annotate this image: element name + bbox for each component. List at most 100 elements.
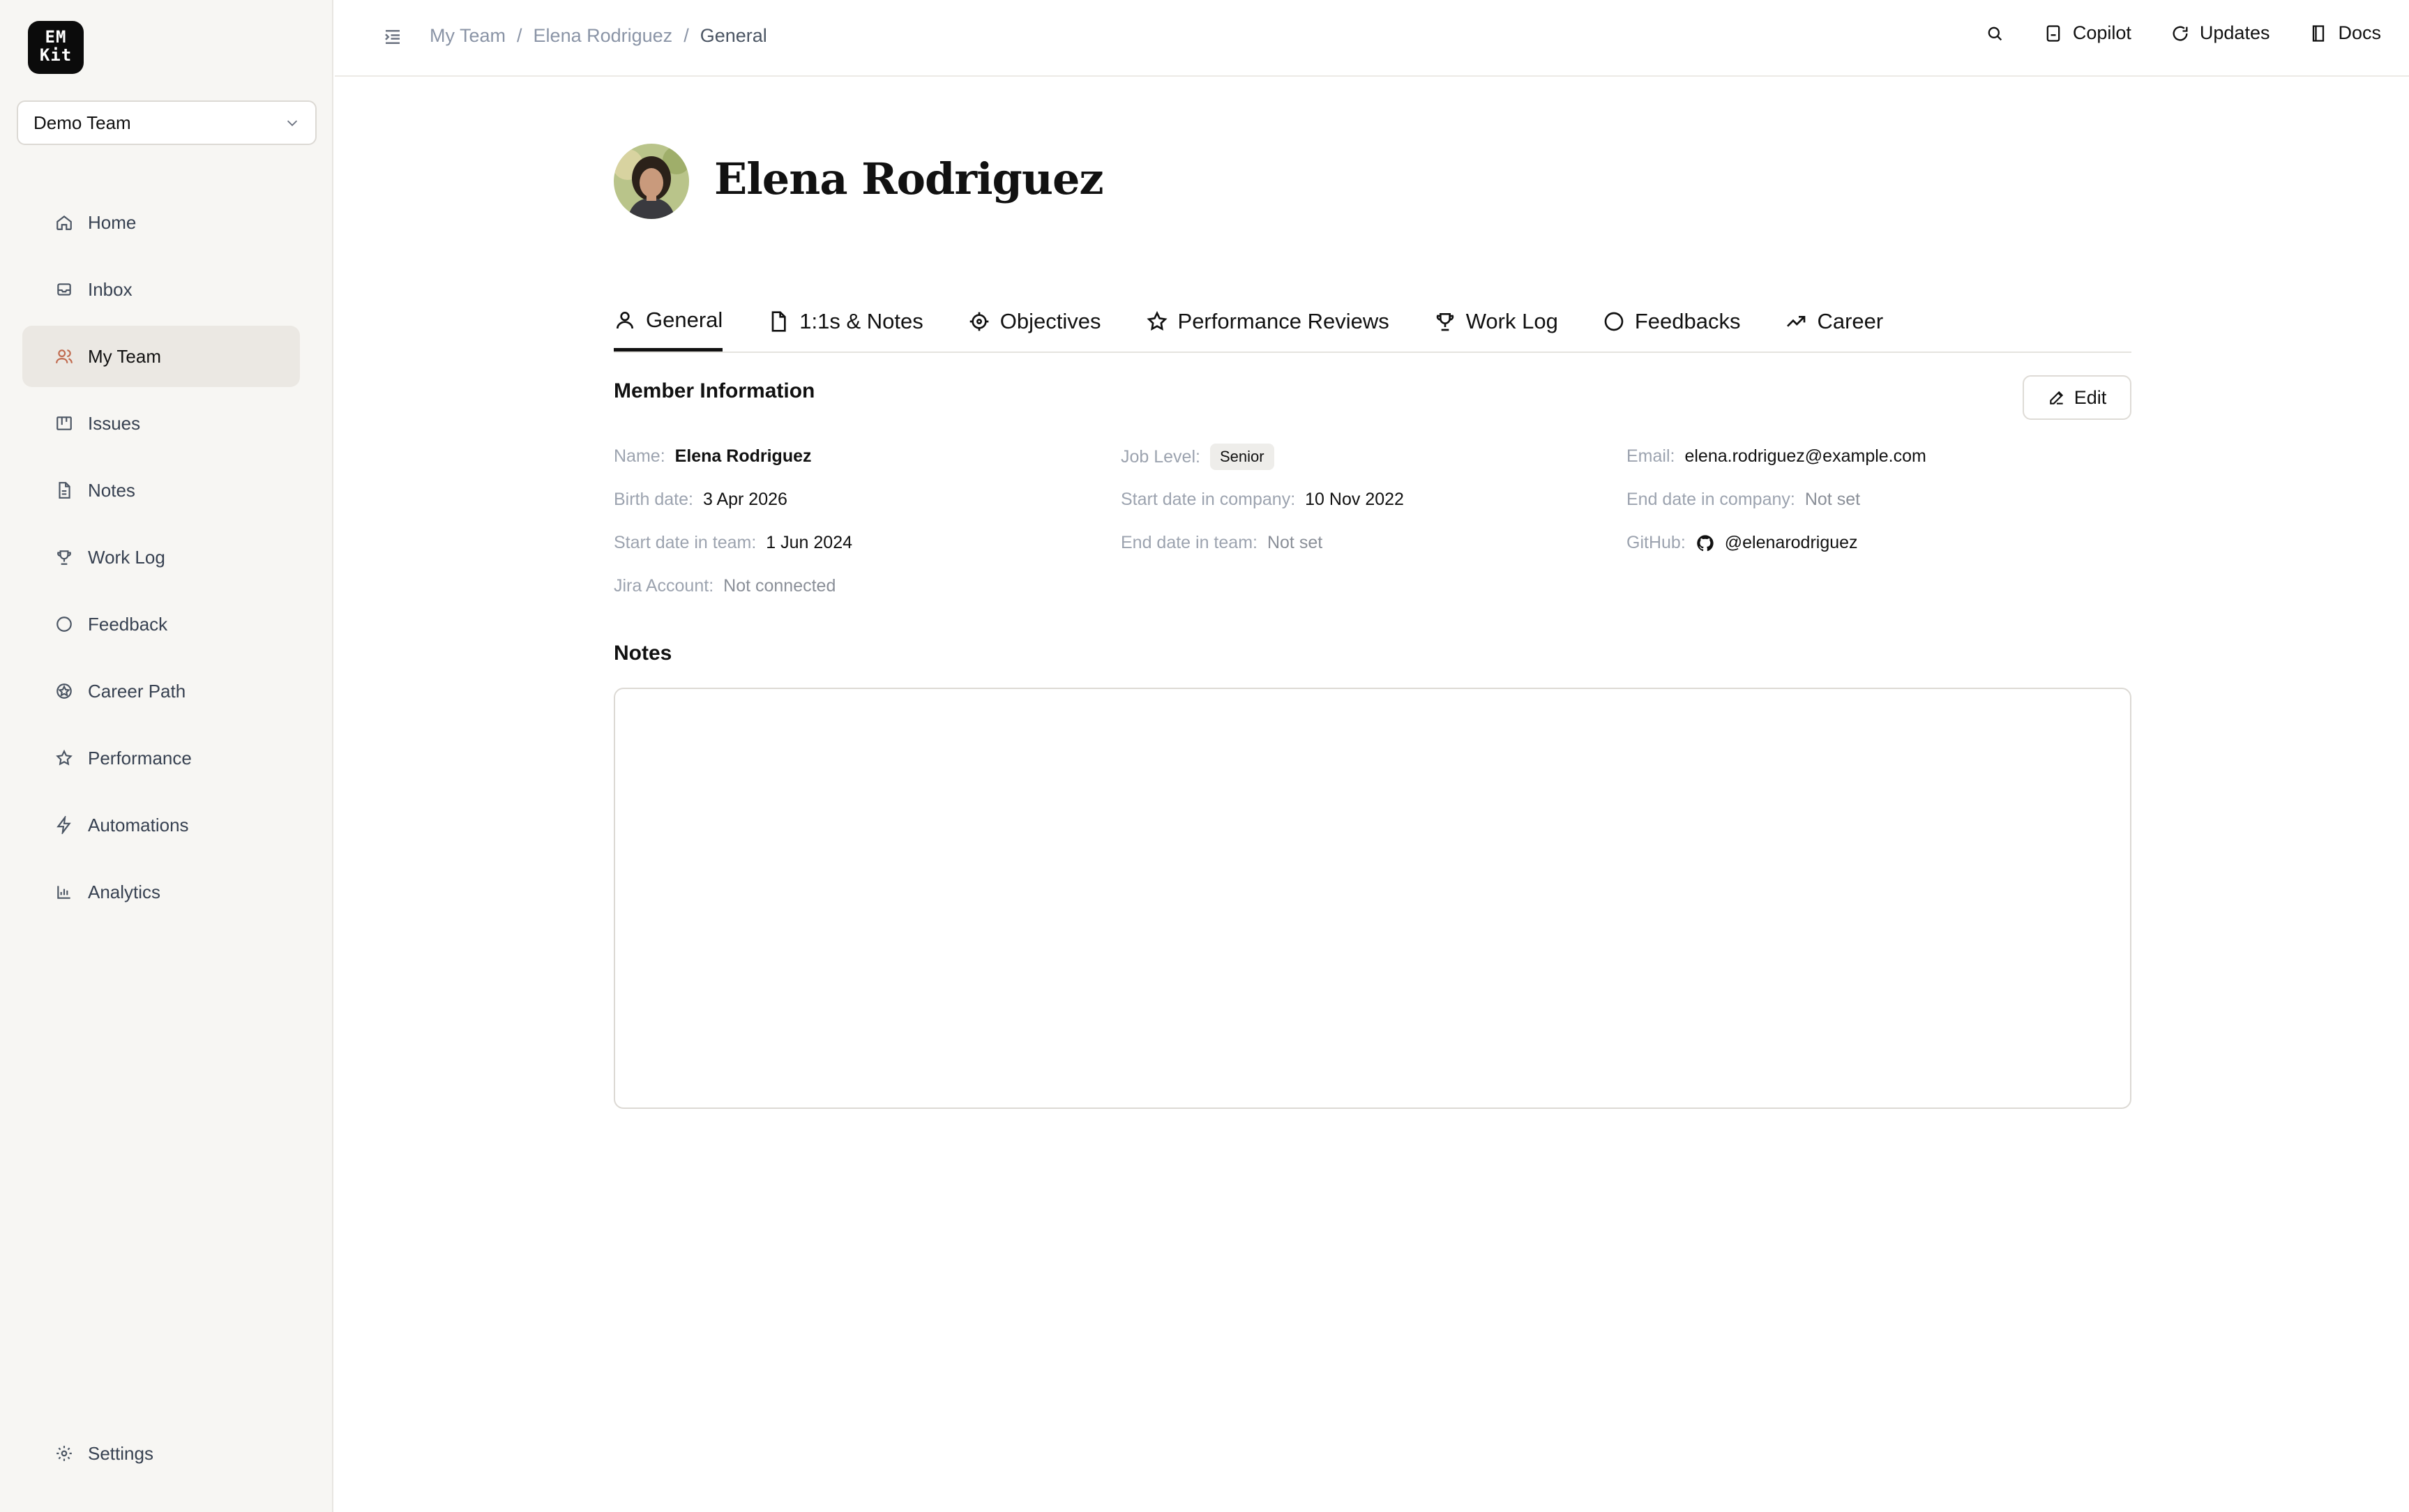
field-jira-account: Jira Account: Not connected [614, 576, 836, 596]
chevron-down-icon [287, 120, 298, 126]
sidebar-nav: Home Inbox My Team Issues Notes Work Log… [22, 192, 300, 928]
sidebar-item-settings[interactable]: Settings [22, 1423, 300, 1484]
tab-career[interactable]: Career [1785, 292, 1883, 351]
trophy-icon [54, 547, 74, 567]
sidebar-item-label: Feedback [88, 613, 168, 635]
company-start-value: 10 Nov 2022 [1305, 490, 1404, 509]
sidebar-item-feedback[interactable]: Feedback [22, 594, 300, 655]
docs-button[interactable]: Docs [2309, 22, 2381, 44]
tab-one-on-ones[interactable]: 1:1s & Notes [767, 292, 923, 351]
breadcrumb: My Team / Elena Rodriguez / General [430, 25, 767, 47]
sidebar: EM Kit Demo Team Home Inbox My Team Issu… [0, 0, 333, 1512]
breadcrumb-my-team[interactable]: My Team [430, 25, 506, 47]
bar-chart-icon [54, 882, 74, 902]
tab-objectives[interactable]: Objectives [968, 292, 1101, 351]
star-icon [54, 748, 74, 768]
target-icon [969, 312, 989, 331]
search-icon [1988, 27, 2002, 40]
field-name: Name: Elena Rodriguez [614, 446, 812, 466]
search-button[interactable] [1985, 24, 2004, 43]
sidebar-item-inbox[interactable]: Inbox [22, 259, 300, 320]
birth-date-value: 3 Apr 2026 [702, 490, 787, 509]
sidebar-item-label: Analytics [88, 881, 161, 902]
sidebar-item-performance[interactable]: Performance [22, 727, 300, 789]
field-email: Email: elena.rodriguez@example.com [1626, 446, 1926, 467]
docs-label: Docs [2338, 22, 2381, 43]
sidebar-item-notes[interactable]: Notes [22, 460, 300, 521]
pencil-icon [2049, 391, 2063, 405]
github-value[interactable]: @elenarodriguez [1725, 533, 1858, 553]
refresh-icon [2173, 26, 2188, 41]
book-icon [2313, 24, 2325, 42]
avatar [614, 144, 689, 219]
profile-tabs: General 1:1s & Notes Objectives Performa… [614, 292, 2131, 353]
sidebar-item-label: Settings [88, 1442, 153, 1464]
field-team-start: Start date in team: 1 Jun 2024 [614, 533, 852, 552]
trend-up-icon [1787, 316, 1806, 327]
tab-work-log[interactable]: Work Log [1434, 292, 1558, 351]
member-info-title: Member Information [614, 379, 815, 402]
sidebar-item-label: Automations [88, 814, 189, 836]
notes-title: Notes [614, 642, 672, 665]
sidebar-item-label: Performance [88, 747, 192, 769]
tab-performance-reviews[interactable]: Performance Reviews [1146, 292, 1389, 351]
sidebar-item-issues[interactable]: Issues [22, 393, 300, 454]
file-icon [54, 481, 74, 500]
page-title: Elena Rodriguez [714, 153, 1104, 204]
field-company-start: Start date in company: 10 Nov 2022 [1121, 490, 1404, 509]
app-logo[interactable]: EM Kit [28, 21, 84, 74]
sidebar-item-analytics[interactable]: Analytics [22, 861, 300, 923]
sidebar-item-my-team[interactable]: My Team [22, 326, 300, 387]
copilot-button[interactable]: Copilot [2044, 22, 2131, 44]
sidebar-item-home[interactable]: Home [22, 192, 300, 253]
sidebar-item-label: Notes [88, 479, 135, 501]
sidebar-item-label: My Team [88, 345, 161, 367]
bolt-icon [54, 815, 74, 835]
member-name-value: Elena Rodriguez [674, 446, 812, 466]
company-end-value: Not set [1804, 490, 1861, 509]
message-icon [1604, 312, 1624, 331]
breadcrumb-separator: / [517, 25, 522, 46]
breadcrumb-member[interactable]: Elena Rodriguez [534, 25, 673, 47]
career-icon [54, 681, 74, 701]
jira-account-value: Not connected [723, 576, 836, 596]
users-icon [54, 347, 74, 366]
star-icon [1146, 310, 1168, 331]
top-links: Copilot Updates Docs [1985, 22, 2381, 44]
copilot-label: Copilot [2072, 22, 2131, 43]
home-icon [54, 213, 74, 232]
gear-icon [54, 1444, 74, 1463]
field-team-end: End date in team: Not set [1121, 533, 1323, 552]
copilot-icon [2046, 24, 2060, 42]
tab-general[interactable]: General [614, 292, 723, 351]
breadcrumb-separator: / [684, 25, 689, 46]
file-icon [771, 311, 786, 332]
edit-button[interactable]: Edit [2023, 375, 2131, 420]
email-value[interactable]: elena.rodriguez@example.com [1684, 446, 1926, 467]
team-end-value: Not set [1267, 533, 1323, 552]
field-github: GitHub: @elenarodriguez [1626, 533, 1858, 553]
team-start-value: 1 Jun 2024 [766, 533, 852, 552]
sidebar-item-label: Career Path [88, 680, 186, 702]
sidebar-item-career-path[interactable]: Career Path [22, 660, 300, 722]
sidebar-toggle-icon[interactable] [382, 27, 403, 47]
breadcrumb-current: General [700, 25, 767, 46]
sidebar-item-work-log[interactable]: Work Log [22, 527, 300, 588]
field-job-level: Job Level: Senior [1121, 444, 1274, 470]
field-company-end: End date in company: Not set [1626, 490, 1861, 509]
tab-feedbacks[interactable]: Feedbacks [1603, 292, 1740, 351]
top-bar: My Team / Elena Rodriguez / General Copi… [335, 0, 2409, 77]
github-icon [1697, 534, 1714, 551]
sidebar-item-automations[interactable]: Automations [22, 794, 300, 856]
team-selector[interactable]: Demo Team [17, 100, 317, 145]
sidebar-item-label: Inbox [88, 278, 133, 300]
notes-editor[interactable] [614, 688, 2131, 1109]
sidebar-item-label: Home [88, 211, 137, 233]
user-icon [617, 311, 633, 328]
inbox-icon [54, 280, 74, 299]
message-icon [54, 614, 74, 634]
updates-button[interactable]: Updates [2170, 22, 2270, 44]
field-birth-date: Birth date: 3 Apr 2026 [614, 490, 787, 509]
trophy-icon [1436, 313, 1453, 331]
updates-label: Updates [2199, 22, 2270, 43]
